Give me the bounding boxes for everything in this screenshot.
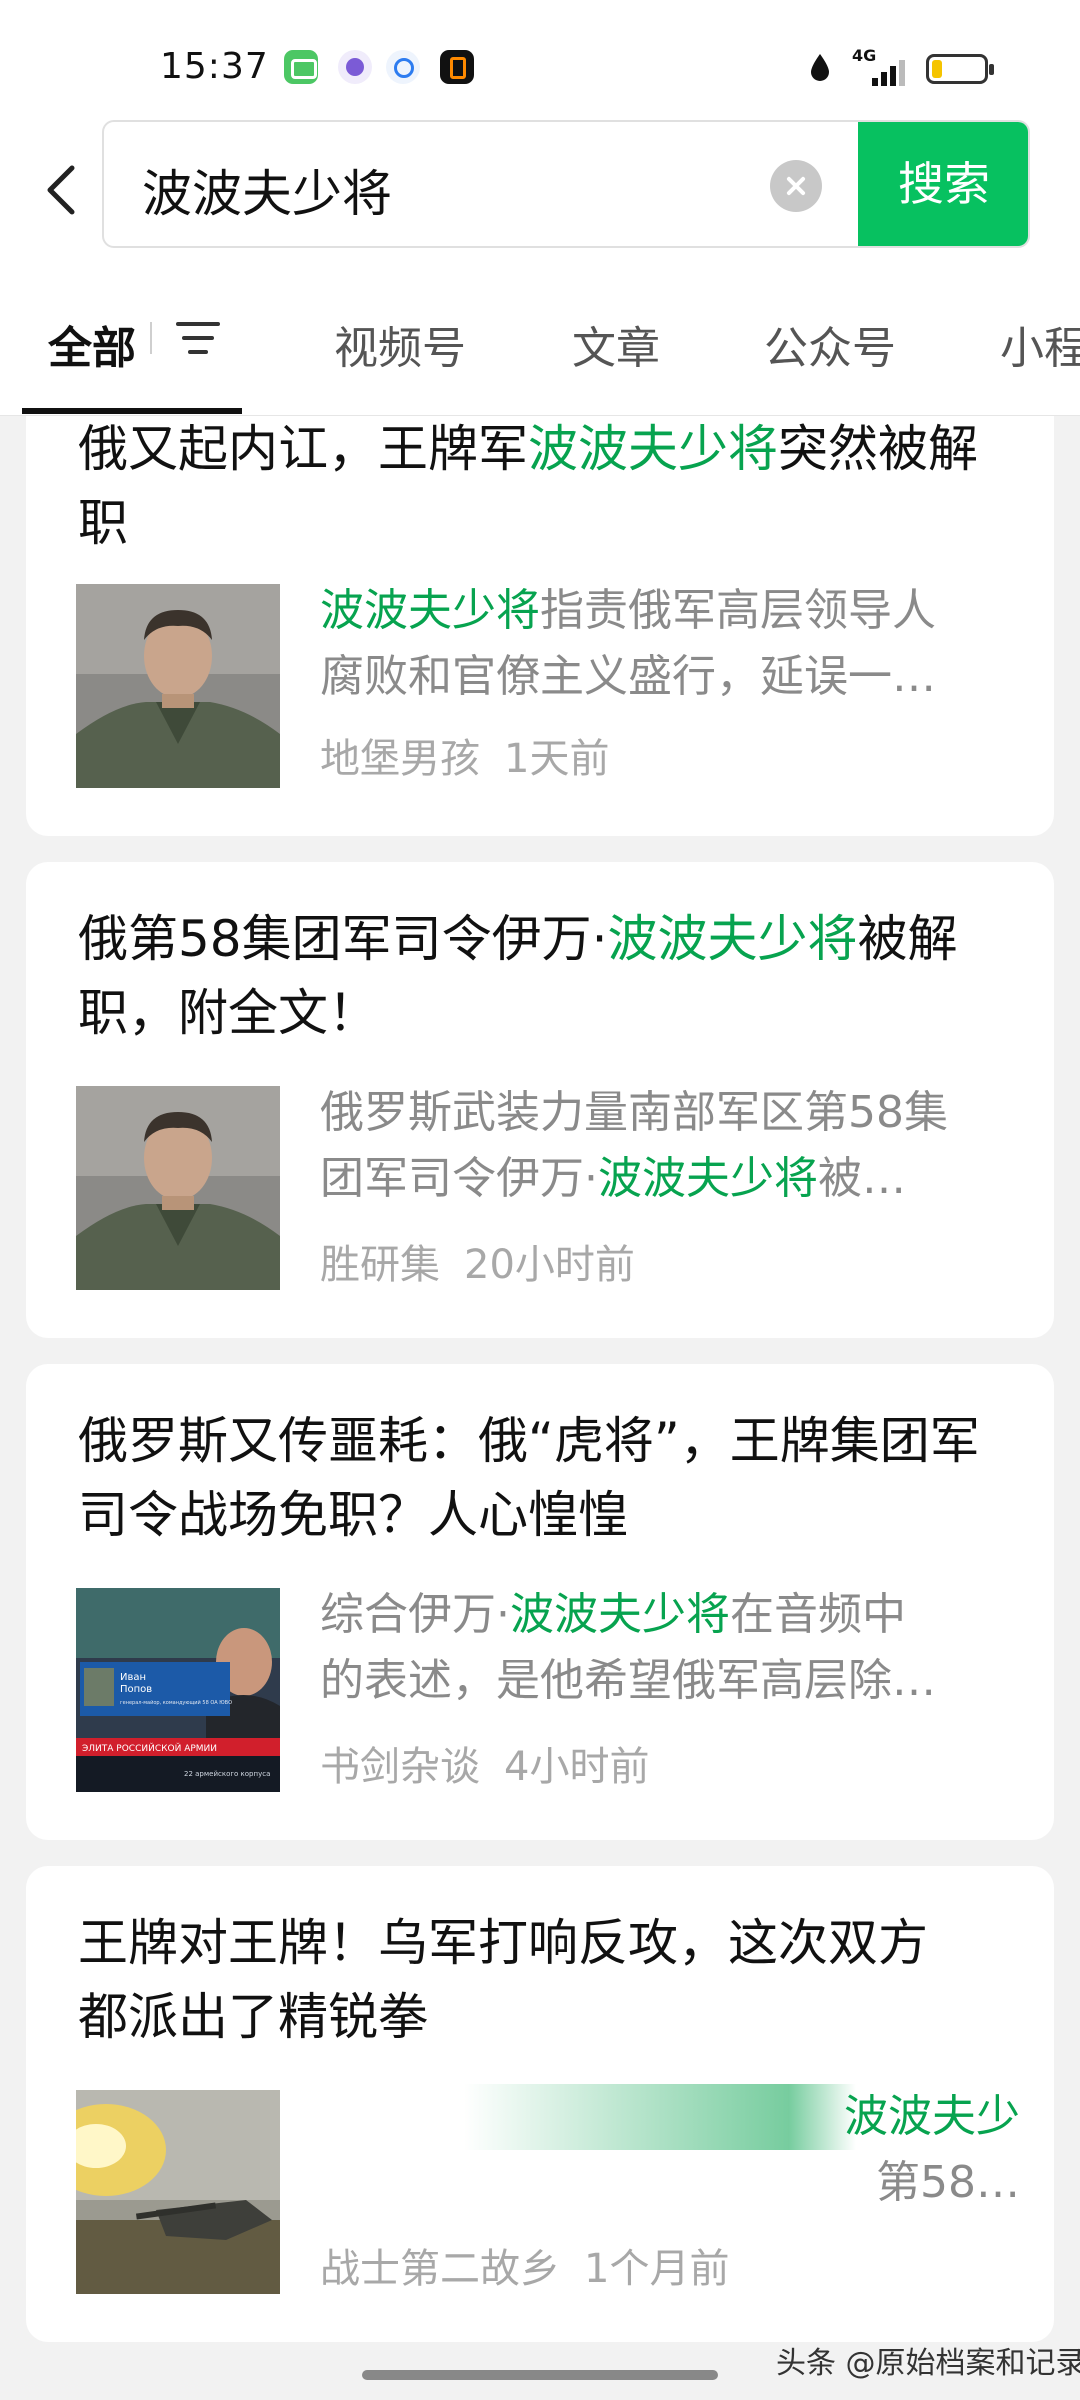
search-header: 波波夫少将 搜索 — [0, 120, 1080, 260]
result-thumbnail — [76, 1086, 280, 1290]
back-arrow-icon[interactable] — [40, 162, 84, 218]
thumb-caption-surname: Попов — [120, 1684, 152, 1695]
tab-all[interactable]: 全部 — [48, 312, 136, 376]
result-title[interactable]: 俄第58集团军司令伊万·波波夫少将被解职，附全文！ — [78, 902, 1018, 1050]
watermark: 头条 @原始档案和记录 — [776, 2346, 1080, 2381]
signal-icon — [872, 60, 906, 86]
result-meta: 书剑杂谈 4小时前 — [320, 1734, 649, 1792]
result-card[interactable]: 俄又起内讧，王牌军波波夫少将突然被解职 波波夫少将指责俄军高层领导人 腐败和官僚… — [26, 416, 1054, 836]
result-time: 1天前 — [504, 736, 610, 782]
chat-app-icon — [284, 50, 318, 84]
result-meta: 胜研集 20小时前 — [320, 1232, 635, 1290]
result-source[interactable]: 战士第二故乡 — [320, 2246, 560, 2292]
result-snippet: 波波夫少 第58… — [844, 2091, 1020, 2208]
search-button[interactable]: 搜索 — [858, 122, 1028, 246]
bubble-app-icon — [338, 50, 372, 84]
filter-tabs: 全部 视频号 文章 公众号 小程 — [0, 260, 1080, 416]
home-indicator[interactable] — [362, 2370, 718, 2380]
result-thumbnail — [76, 584, 280, 788]
clear-icon[interactable] — [770, 160, 822, 212]
result-title[interactable]: 俄罗斯又传噩耗：俄“虎将”，王牌集团军司令战场免职？人心惶惶 — [78, 1404, 1018, 1552]
results-list: 俄又起内讧，王牌军波波夫少将突然被解职 波波夫少将指责俄军高层领导人 腐败和官僚… — [0, 416, 1080, 2400]
thumb-caption-role: генерал-майор, командующий 58 ОА ЮВО — [120, 1699, 232, 1706]
active-tab-indicator — [22, 408, 242, 414]
result-snippet: 综合伊万·波波夫少将在音频中 的表述，是他希望俄军高层除… — [320, 1589, 936, 1706]
tab-divider — [150, 322, 152, 354]
tab-mini-programs[interactable]: 小程 — [1000, 312, 1080, 376]
result-title[interactable]: 俄又起内讧，王牌军波波夫少将突然被解职 — [78, 416, 1018, 560]
result-time: 20小时前 — [464, 1242, 635, 1288]
result-time: 1个月前 — [584, 2246, 730, 2292]
browser-app-icon — [386, 50, 420, 84]
tab-articles[interactable]: 文章 — [572, 312, 660, 376]
result-meta: 战士第二故乡 1个月前 — [320, 2236, 729, 2294]
filter-icon[interactable] — [176, 320, 220, 356]
result-meta: 地堡男孩 1天前 — [320, 726, 609, 784]
result-snippet: 波波夫少将指责俄军高层领导人 腐败和官僚主义盛行，延误一… — [320, 585, 936, 702]
result-source[interactable]: 书剑杂谈 — [320, 1744, 480, 1790]
result-card[interactable]: 俄第58集团军司令伊万·波波夫少将被解职，附全文！ 俄罗斯武装力量南部军区第58… — [26, 862, 1054, 1338]
thumb-ticker-sub: 22 армейского корпуса — [184, 1770, 270, 1778]
water-drop-icon — [811, 54, 829, 81]
search-input[interactable]: 波波夫少将 — [142, 154, 392, 226]
notification-app-icon — [440, 50, 474, 84]
result-time: 4小时前 — [504, 1744, 650, 1790]
thumb-caption-name: Иван — [120, 1672, 146, 1683]
battery-icon — [926, 54, 994, 84]
result-card[interactable]: 王牌对王牌！乌军打响反攻，这次双方 都派出了精锐拳 波波夫少 第58… 战士第二… — [26, 1866, 1054, 2342]
result-title[interactable]: 王牌对王牌！乌军打响反攻，这次双方 都派出了精锐拳 — [78, 1906, 1018, 2054]
tab-official-accounts[interactable]: 公众号 — [764, 312, 896, 376]
result-card[interactable]: 俄罗斯又传噩耗：俄“虎将”，王牌集团军司令战场免职？人心惶惶 Иван Попо… — [26, 1364, 1054, 1840]
result-thumbnail: Иван Попов генерал-майор, командующий 58… — [76, 1588, 280, 1792]
search-box[interactable]: 波波夫少将 搜索 — [102, 120, 1030, 248]
thumb-ticker: ЭЛИТА РОССИЙСКОЙ АРМИИ — [82, 1742, 217, 1754]
tab-channels[interactable]: 视频号 — [334, 312, 466, 376]
result-snippet: 俄罗斯武装力量南部军区第58集 团军司令伊万·波波夫少将被… — [320, 1087, 948, 1204]
status-time: 15:37 — [160, 46, 269, 87]
result-thumbnail — [76, 2090, 280, 2294]
result-source[interactable]: 地堡男孩 — [320, 736, 480, 782]
status-bar: 15:37 4G — [0, 0, 1080, 120]
result-source[interactable]: 胜研集 — [320, 1242, 440, 1288]
